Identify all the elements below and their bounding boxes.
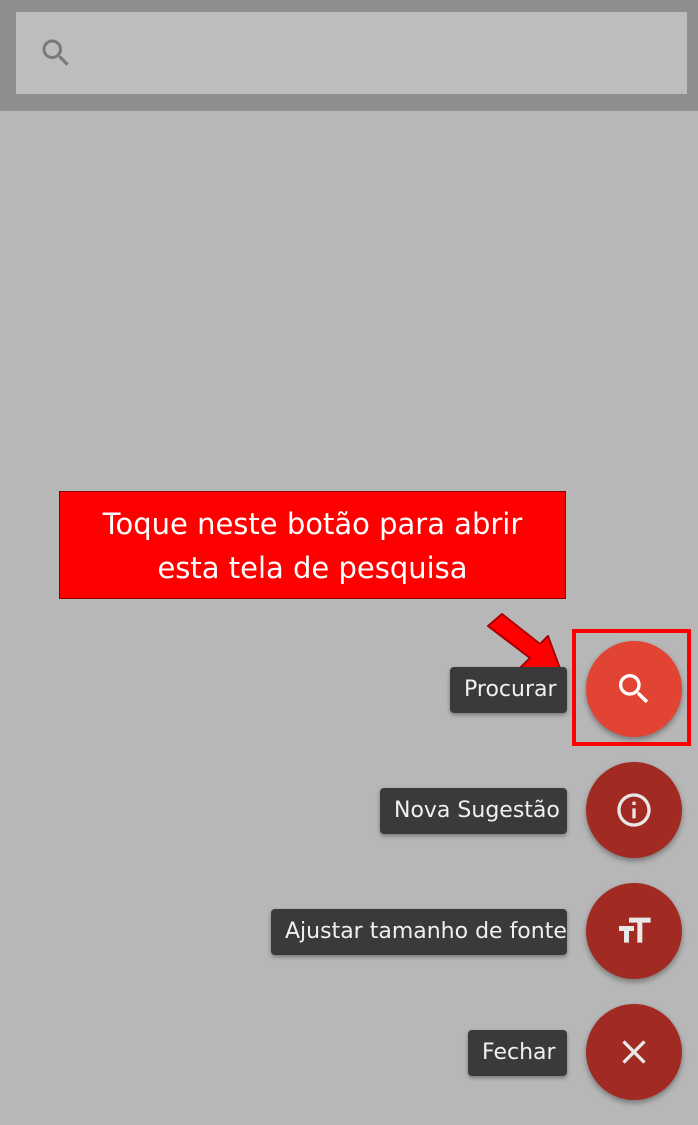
- text-size-icon: [619, 917, 651, 943]
- new-suggestion-button[interactable]: [586, 762, 682, 858]
- info-icon: [617, 793, 651, 827]
- top-bar: [0, 0, 698, 111]
- search-box[interactable]: [16, 12, 687, 94]
- close-icon: [622, 1040, 646, 1064]
- callout-line-1: Toque neste botão para abrir: [102, 507, 523, 541]
- search-icon: [42, 39, 69, 66]
- font-size-button[interactable]: [586, 883, 682, 979]
- search-button[interactable]: [586, 641, 682, 737]
- close-label[interactable]: Fechar: [468, 1030, 567, 1076]
- instruction-callout: Toque neste botão para abrir esta tela d…: [59, 491, 566, 599]
- font-size-label[interactable]: Ajustar tamanho de fonte: [271, 909, 567, 955]
- search-icon: [619, 674, 649, 704]
- callout-line-2: esta tela de pesquisa: [157, 551, 468, 585]
- search-input[interactable]: [96, 26, 670, 82]
- search-label[interactable]: Procurar: [450, 667, 567, 713]
- screen: Toque neste botão para abrir esta tela d…: [0, 0, 698, 1125]
- close-button[interactable]: [586, 1004, 682, 1100]
- new-suggestion-label[interactable]: Nova Sugestão: [380, 788, 567, 834]
